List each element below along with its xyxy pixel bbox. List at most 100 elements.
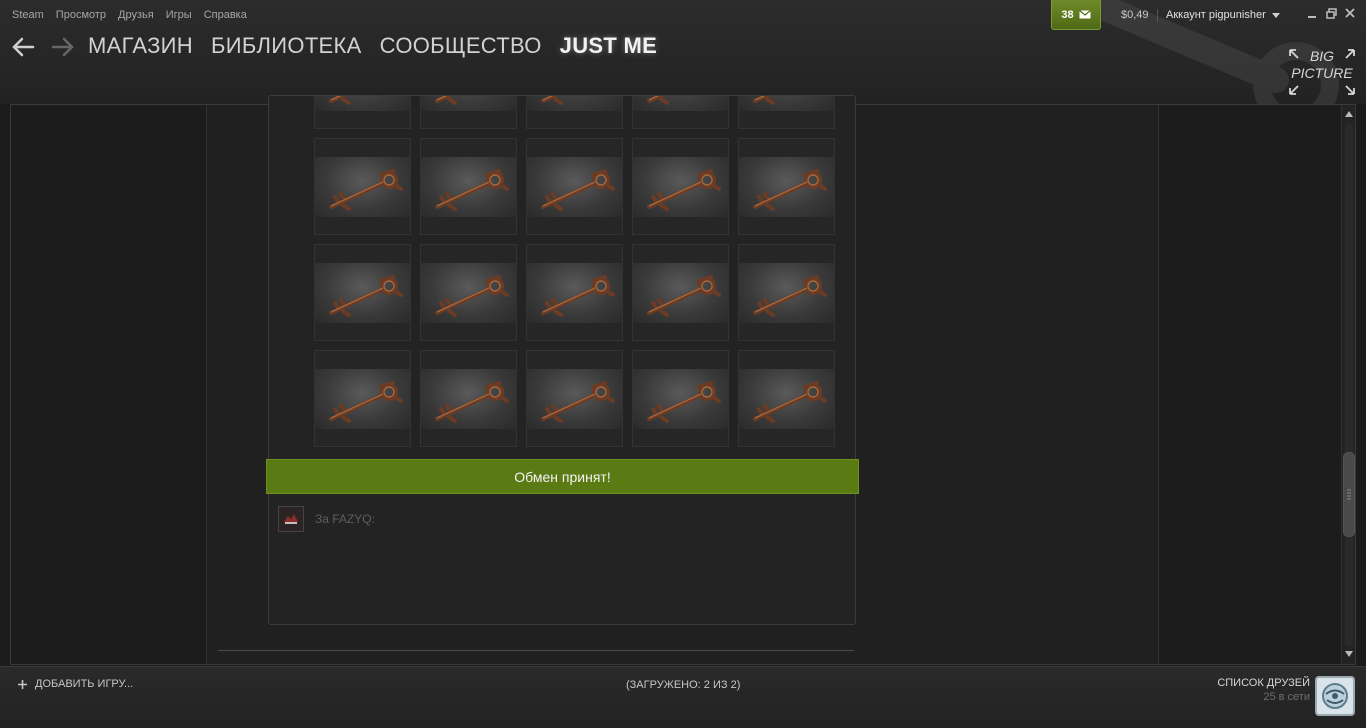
bottom-bar: ДОБАВИТЬ ИГРУ... (ЗАГРУЖЕНО: 2 ИЗ 2) СПИ…	[0, 666, 1366, 728]
friends-avatar-icon[interactable]	[1315, 676, 1355, 716]
item-background	[527, 369, 622, 429]
minimize-icon[interactable]	[1306, 7, 1318, 19]
key-icon	[435, 275, 509, 317]
key-icon	[753, 96, 775, 105]
trade-item-tile[interactable]	[420, 350, 517, 447]
nav-arrows	[10, 34, 76, 60]
right-panel	[1158, 105, 1340, 664]
main-content: Обмен принят! За FAZYQ:	[10, 95, 1356, 665]
trade-item-tile[interactable]	[738, 244, 835, 341]
key-icon	[435, 169, 509, 211]
item-background	[739, 157, 834, 217]
friends-list-button[interactable]: СПИСОК ДРУЗЕЙ 25 в сети	[1217, 677, 1310, 703]
trade-status-text: Обмен принят!	[514, 468, 611, 485]
trade-item-tile[interactable]	[526, 244, 623, 341]
envelope-icon	[1078, 10, 1091, 19]
trade-partner-label: За FAZYQ:	[315, 512, 375, 526]
add-game-label: ДОБАВИТЬ ИГРУ...	[35, 678, 134, 690]
menu-games[interactable]: Игры	[166, 9, 192, 21]
key-icon	[541, 275, 615, 317]
menu-friends[interactable]: Друзья	[118, 9, 154, 21]
trade-item-tile[interactable]	[738, 96, 835, 129]
title-bar: Steam Просмотр Друзья Игры Справка МАГАЗ…	[0, 0, 1366, 104]
trade-item-tile[interactable]	[632, 244, 729, 341]
trade-item-tile[interactable]	[420, 244, 517, 341]
trade-offer-panel	[268, 95, 856, 625]
item-background	[739, 369, 834, 429]
trade-item-tile[interactable]	[738, 138, 835, 235]
item-background	[421, 263, 516, 323]
notification-count: 38	[1061, 8, 1074, 21]
scroll-up-icon[interactable]	[1344, 109, 1354, 119]
key-icon	[329, 381, 403, 423]
key-icon	[541, 169, 615, 211]
main-menu: Steam Просмотр Друзья Игры Справка	[12, 9, 259, 21]
item-background	[315, 263, 410, 323]
close-icon[interactable]	[1344, 7, 1356, 19]
scroll-track[interactable]	[1345, 123, 1353, 646]
item-background	[633, 96, 728, 111]
trade-item-tile[interactable]	[526, 138, 623, 235]
item-background	[315, 369, 410, 429]
divider	[1157, 9, 1158, 22]
trade-item-tile[interactable]	[420, 138, 517, 235]
scroll-thumb[interactable]	[1343, 452, 1355, 537]
key-icon	[329, 275, 403, 317]
big-picture-line2: PICTURE	[1291, 65, 1353, 81]
wallet-balance[interactable]: $0,49	[1121, 9, 1149, 21]
tab-library[interactable]: БИБЛИОТЕКА	[211, 33, 362, 59]
item-background	[421, 96, 516, 111]
trade-item-tile[interactable]	[632, 138, 729, 235]
key-icon	[647, 275, 721, 317]
item-background	[633, 369, 728, 429]
menu-steam[interactable]: Steam	[12, 9, 44, 21]
trade-item-tile[interactable]	[420, 96, 517, 129]
trade-item-tile[interactable]	[526, 96, 623, 129]
friends-online-count: 25 в сети	[1263, 691, 1310, 703]
tab-community[interactable]: СООБЩЕСТВО	[380, 33, 542, 59]
nav-tabs: МАГАЗИН БИБЛИОТЕКА СООБЩЕСТВО JUST ME	[88, 33, 657, 59]
trade-item-tile[interactable]	[314, 350, 411, 447]
scroll-down-icon[interactable]	[1344, 649, 1354, 659]
trade-items-grid	[314, 96, 844, 452]
trade-item-tile[interactable]	[632, 96, 729, 129]
back-arrow-icon[interactable]	[10, 34, 36, 60]
big-picture-button[interactable]: BIG PICTURE	[1288, 48, 1356, 96]
trade-item-tile[interactable]	[314, 138, 411, 235]
trade-item-tile[interactable]	[314, 96, 411, 129]
item-background	[421, 157, 516, 217]
restore-icon[interactable]	[1325, 7, 1337, 19]
trade-item-tile[interactable]	[738, 350, 835, 447]
tab-store[interactable]: МАГАЗИН	[88, 33, 193, 59]
window-controls	[1306, 7, 1356, 19]
trade-partner-row: За FAZYQ:	[278, 506, 375, 532]
trade-item-tile[interactable]	[632, 350, 729, 447]
notifications-button[interactable]: 38	[1051, 0, 1101, 30]
add-game-button[interactable]: ДОБАВИТЬ ИГРУ...	[18, 678, 133, 690]
account-name: Аккаунт pigpunisher	[1166, 9, 1266, 21]
tab-profile[interactable]: JUST ME	[560, 33, 657, 59]
friends-list-label: СПИСОК ДРУЗЕЙ	[1217, 677, 1310, 689]
trade-item-tile[interactable]	[314, 244, 411, 341]
item-background	[633, 157, 728, 217]
chevron-down-icon	[1271, 12, 1280, 18]
trade-item-tile[interactable]	[526, 350, 623, 447]
trade-status-banner: Обмен принят!	[266, 459, 859, 494]
download-status[interactable]: (ЗАГРУЖЕНО: 2 ИЗ 2)	[626, 679, 740, 691]
key-icon	[329, 96, 351, 105]
key-icon	[647, 169, 721, 211]
scrollbar[interactable]	[1341, 105, 1355, 664]
account-menu[interactable]: Аккаунт pigpunisher	[1166, 9, 1280, 21]
key-icon	[329, 169, 403, 211]
item-background	[633, 263, 728, 323]
left-panel	[11, 105, 207, 664]
key-icon	[647, 96, 669, 105]
menu-view[interactable]: Просмотр	[56, 9, 106, 21]
menu-help[interactable]: Справка	[204, 9, 247, 21]
key-icon	[435, 96, 457, 105]
avatar[interactable]	[278, 506, 304, 532]
key-icon	[541, 381, 615, 423]
forward-arrow-icon[interactable]	[50, 34, 76, 60]
item-background	[527, 263, 622, 323]
item-background	[315, 157, 410, 217]
